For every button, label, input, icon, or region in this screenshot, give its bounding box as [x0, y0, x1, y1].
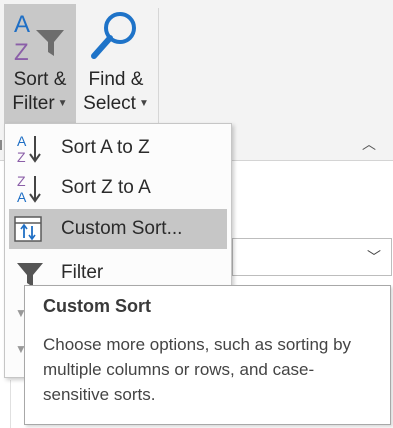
menu-item-custom-sort[interactable]: Custom Sort...: [9, 209, 227, 249]
sort-filter-label-line1: Sort &: [13, 69, 67, 90]
dropdown-caret-icon: ▼: [138, 98, 149, 109]
find-select-button[interactable]: Find & Select ▼: [80, 4, 152, 124]
grid-line: [10, 380, 11, 428]
sort-a-to-z-icon: A Z: [9, 128, 57, 168]
collapse-ribbon-icon[interactable]: ︿: [362, 134, 376, 154]
svg-text:A: A: [14, 11, 30, 38]
svg-text:Z: Z: [14, 39, 29, 66]
menu-item-label: Sort A to Z: [61, 137, 150, 158]
menu-item-sort-a-to-z[interactable]: A Z Sort A to Z: [9, 128, 227, 168]
find-select-label-line2: Select: [83, 93, 136, 115]
custom-sort-icon: [9, 209, 57, 249]
group-edge-mark: [0, 140, 2, 150]
custom-sort-tooltip: Custom Sort Choose more options, such as…: [24, 285, 391, 425]
svg-text:Z: Z: [17, 173, 26, 189]
menu-item-label: Sort Z to A: [61, 177, 151, 198]
name-combo-box[interactable]: ﹀: [232, 238, 392, 276]
find-select-label-line1: Find &: [88, 69, 144, 90]
sort-filter-icon: A Z: [4, 4, 76, 68]
dropdown-caret-icon: ▼: [57, 98, 68, 109]
tooltip-body: Choose more options, such as sorting by …: [43, 335, 352, 404]
sort-filter-button[interactable]: A Z Sort & Filter ▼: [4, 4, 76, 124]
tooltip-title: Custom Sort: [43, 296, 151, 316]
svg-text:A: A: [17, 133, 27, 149]
svg-text:Z: Z: [17, 149, 26, 165]
svg-text:A: A: [17, 189, 27, 205]
menu-item-sort-z-to-a[interactable]: Z A Sort Z to A: [9, 168, 227, 208]
magnifier-icon: [80, 4, 152, 68]
sort-z-to-a-icon: Z A: [9, 168, 57, 208]
menu-item-label: Custom Sort...: [61, 218, 183, 239]
menu-item-label: Filter: [61, 262, 104, 283]
sort-filter-label-line2: Filter: [12, 93, 55, 115]
chevron-down-icon[interactable]: ﹀: [367, 247, 381, 267]
